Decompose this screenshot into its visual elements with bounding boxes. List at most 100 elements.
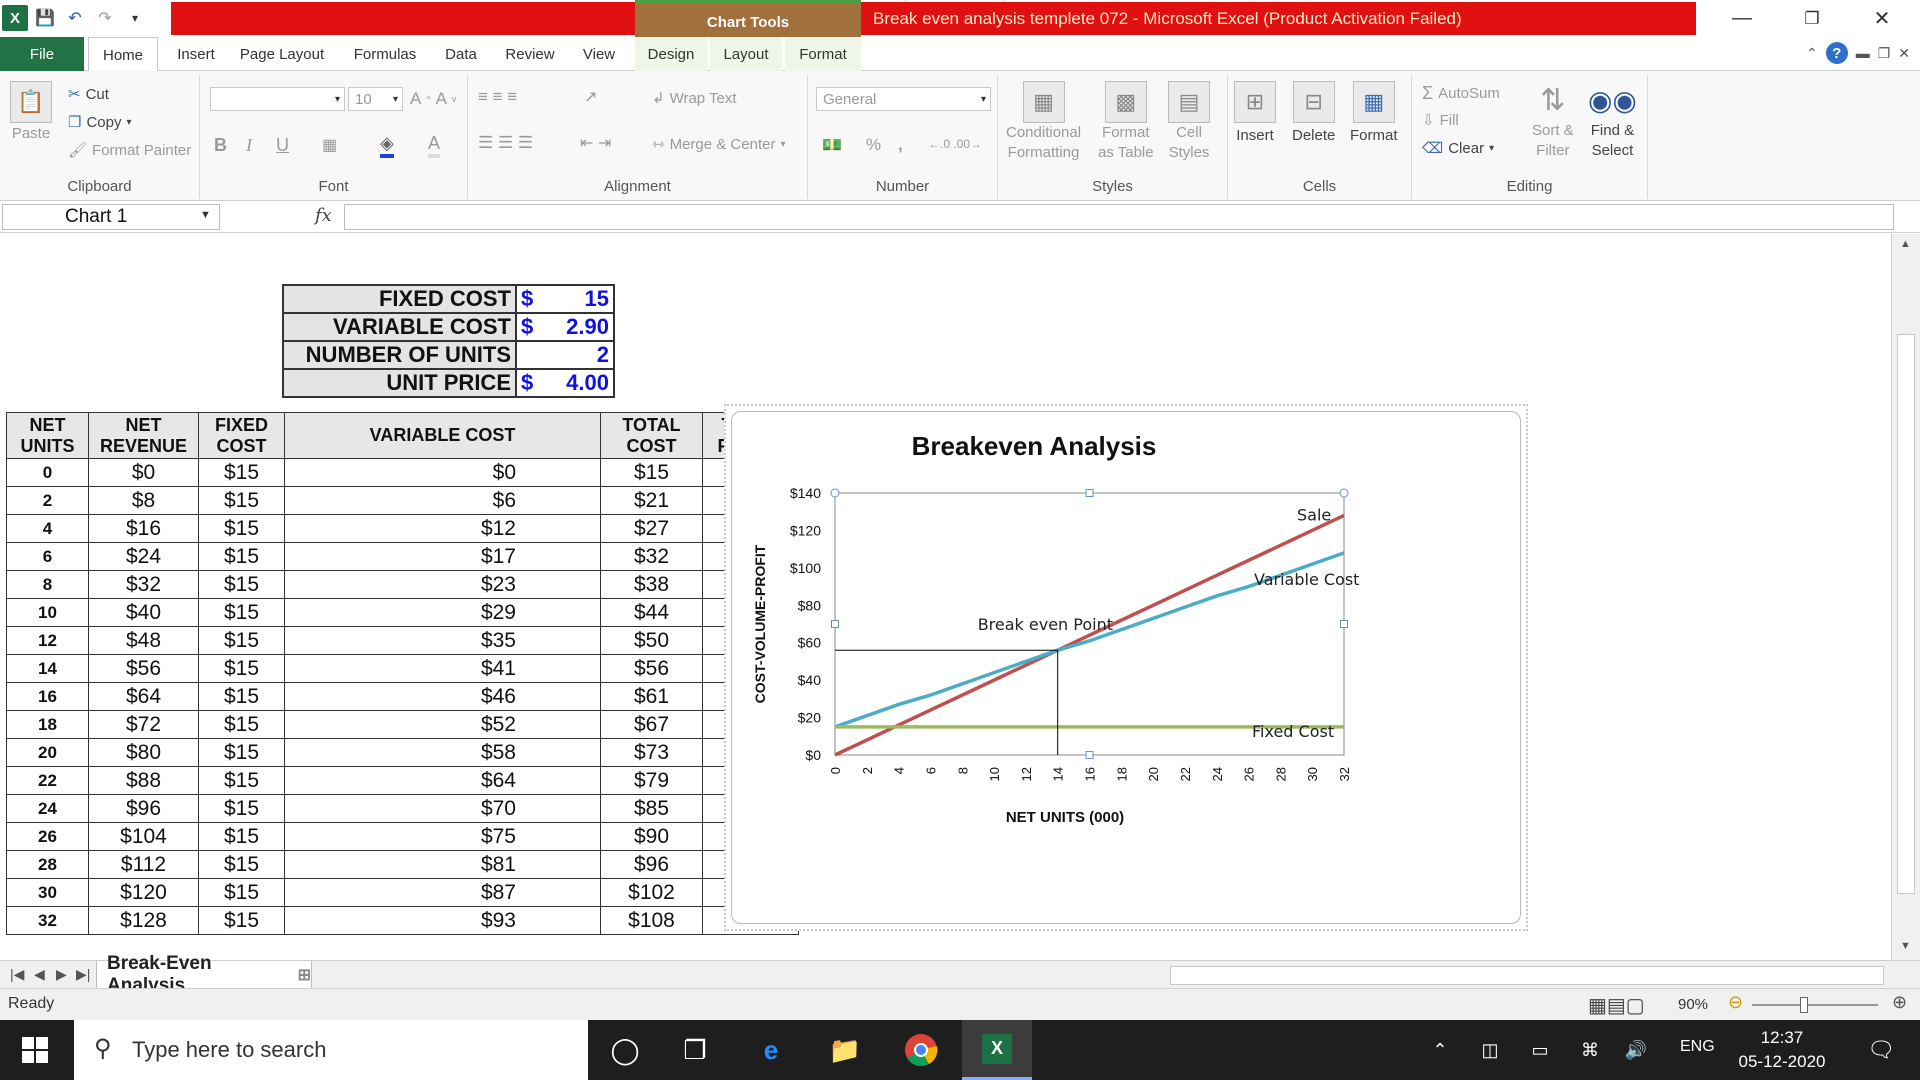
format-cells-button[interactable]: ▦ Format	[1350, 81, 1398, 144]
horizontal-scrollbar[interactable]	[1170, 966, 1884, 985]
table-cell[interactable]: $46	[284, 682, 601, 711]
edge-icon[interactable]: e	[736, 1020, 806, 1080]
font-name-dropdown[interactable]: ▾	[210, 87, 345, 111]
excel-taskbar-icon[interactable]: X	[962, 1020, 1032, 1080]
table-cell[interactable]: $32	[88, 570, 199, 599]
decimal-icons[interactable]: ←.0 .00→	[928, 137, 982, 151]
table-cell[interactable]: $75	[284, 822, 601, 851]
help-icon[interactable]: ?	[1825, 42, 1848, 64]
customize-qat-icon[interactable]: ▾	[122, 5, 148, 31]
sheet-tab-break-even-analysis[interactable]: Break-Even Analysis ⊞	[96, 953, 312, 996]
table-cell[interactable]: 24	[6, 794, 89, 823]
table-cell[interactable]: $15	[198, 766, 285, 795]
taskbar-search[interactable]: ⚲ Type here to search	[74, 1020, 588, 1080]
tab-design[interactable]: Design	[635, 37, 707, 71]
name-box-dropdown-icon[interactable]: ▼	[200, 209, 211, 221]
chrome-icon[interactable]	[886, 1020, 956, 1080]
table-cell[interactable]: $64	[284, 766, 601, 795]
table-cell[interactable]: $15	[600, 458, 703, 487]
doc-minimize-icon[interactable]: ▬	[1856, 45, 1870, 61]
table-cell[interactable]: 18	[6, 710, 89, 739]
zoom-slider-track[interactable]	[1752, 1004, 1878, 1006]
doc-close-icon[interactable]: ✕	[1898, 45, 1910, 62]
insert-function-icon[interactable]: fx	[315, 205, 332, 226]
table-cell[interactable]: 14	[6, 654, 89, 683]
table-cell[interactable]: $56	[600, 654, 703, 683]
start-button[interactable]	[0, 1020, 70, 1080]
tab-data[interactable]: Data	[436, 37, 486, 71]
next-sheet-icon[interactable]: ▶	[56, 966, 67, 983]
redo-icon[interactable]: ↷	[92, 5, 118, 31]
tab-home[interactable]: Home	[88, 37, 158, 72]
vertical-scroll-thumb[interactable]	[1897, 334, 1915, 894]
table-cell[interactable]: $87	[284, 878, 601, 907]
zoom-in-icon[interactable]: ⊕	[1892, 992, 1907, 1013]
table-cell[interactable]: $64	[88, 682, 199, 711]
table-cell[interactable]: $17	[284, 542, 601, 571]
tray-device-icon[interactable]: ◫	[1470, 1020, 1510, 1080]
tab-insert[interactable]: Insert	[165, 37, 227, 71]
column-header[interactable]: NET UNITS	[6, 412, 89, 459]
table-cell[interactable]: $32	[600, 542, 703, 571]
find-select-button[interactable]: ◉◉ Find & Select	[1588, 81, 1637, 161]
excel-logo-icon[interactable]: X	[2, 5, 28, 31]
name-box[interactable]: Chart 1	[2, 204, 220, 230]
table-cell[interactable]: 10	[6, 598, 89, 627]
tab-file[interactable]: File	[0, 37, 84, 71]
tab-format[interactable]: Format	[785, 37, 861, 71]
table-cell[interactable]: $15	[198, 626, 285, 655]
table-cell[interactable]: 12	[6, 626, 89, 655]
table-cell[interactable]: 30	[6, 878, 89, 907]
clear-button[interactable]: ⌫ Clear ▾	[1422, 139, 1494, 158]
zoom-slider-thumb[interactable]	[1800, 997, 1808, 1013]
table-cell[interactable]: $15	[198, 850, 285, 879]
summary-value[interactable]: 2.90	[556, 312, 615, 342]
worksheet[interactable]: FIXED COST $15 VARIABLE COST $2.90 NUMBER OF…	[0, 234, 1890, 960]
summary-label[interactable]: VARIABLE COST	[282, 312, 517, 342]
table-cell[interactable]: $38	[600, 570, 703, 599]
table-cell[interactable]: $35	[284, 626, 601, 655]
table-cell[interactable]: $21	[600, 486, 703, 515]
insert-cells-button[interactable]: ⊞ Insert	[1234, 81, 1276, 144]
table-cell[interactable]: $85	[600, 794, 703, 823]
view-mode-icons[interactable]: ▦▤▢	[1588, 993, 1645, 1018]
table-cell[interactable]: $52	[284, 710, 601, 739]
minimize-ribbon-icon[interactable]: ⌃	[1806, 45, 1818, 62]
table-cell[interactable]: $15	[198, 598, 285, 627]
fill-color-icon[interactable]: ◈	[380, 133, 394, 158]
table-cell[interactable]: $50	[600, 626, 703, 655]
first-sheet-icon[interactable]: |◀	[10, 966, 24, 983]
table-cell[interactable]: $90	[600, 822, 703, 851]
summary-currency[interactable]: $	[515, 312, 556, 342]
close-icon[interactable]: ✕	[1852, 0, 1912, 37]
minimize-icon[interactable]: —	[1712, 0, 1772, 37]
summary-currency[interactable]: $	[515, 368, 556, 398]
chart-selection-frame[interactable]: Breakeven Analysis COST-VOLUME-PROFIT NET …	[724, 404, 1528, 931]
cell-styles-button[interactable]: ▤ Cell Styles	[1168, 81, 1210, 163]
table-cell[interactable]: 0	[6, 458, 89, 487]
table-cell[interactable]: $15	[198, 654, 285, 683]
table-cell[interactable]: $67	[600, 710, 703, 739]
table-cell[interactable]: 22	[6, 766, 89, 795]
table-cell[interactable]: $8	[88, 486, 199, 515]
delete-cells-button[interactable]: ⊟ Delete	[1292, 81, 1335, 144]
table-cell[interactable]: $79	[600, 766, 703, 795]
table-cell[interactable]: $0	[88, 458, 199, 487]
table-cell[interactable]: $15	[198, 514, 285, 543]
vertical-scrollbar[interactable]: ▲ ▼	[1891, 234, 1920, 960]
table-cell[interactable]: $61	[600, 682, 703, 711]
table-cell[interactable]: $128	[88, 906, 199, 935]
table-cell[interactable]: $29	[284, 598, 601, 627]
underline-button[interactable]: U	[276, 135, 289, 156]
table-cell[interactable]: $70	[284, 794, 601, 823]
volume-icon[interactable]: 🔊	[1616, 1020, 1656, 1080]
table-cell[interactable]: 16	[6, 682, 89, 711]
table-cell[interactable]: 28	[6, 850, 89, 879]
table-cell[interactable]: $72	[88, 710, 199, 739]
table-cell[interactable]: $15	[198, 542, 285, 571]
bold-button[interactable]: B	[214, 135, 227, 156]
format-painter-button[interactable]: 🖌 Format Painter	[68, 141, 191, 160]
table-cell[interactable]: $15	[198, 906, 285, 935]
table-cell[interactable]: $88	[88, 766, 199, 795]
align-center-icon[interactable]: ☰ ☰ ☰	[478, 133, 533, 153]
